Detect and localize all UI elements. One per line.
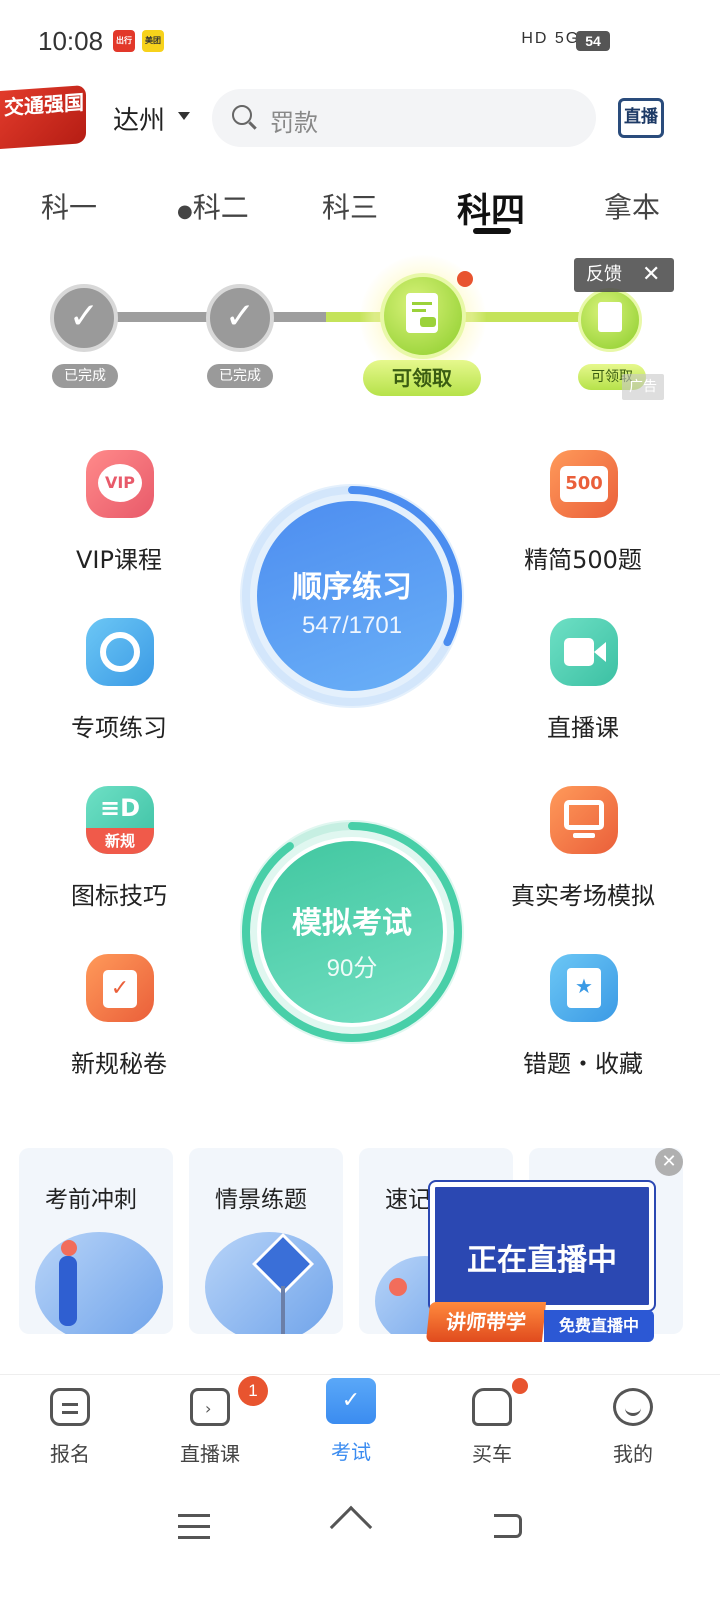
- new-rules-secret-label[interactable]: 新规秘卷: [19, 1044, 219, 1079]
- nav-buy-car[interactable]: 买车: [432, 1388, 552, 1467]
- battery-icon: 54: [576, 31, 610, 51]
- person-illustration: [389, 1278, 407, 1296]
- new-rules-icon[interactable]: ≡D 新规: [86, 786, 154, 854]
- back-icon[interactable]: [490, 1508, 530, 1542]
- person-head: [61, 1240, 77, 1256]
- person-illustration: [59, 1256, 77, 1326]
- step1-check-icon: ✓: [50, 284, 118, 352]
- nav-exam[interactable]: ✓ 考试: [291, 1378, 411, 1465]
- nav-label: 买车: [472, 1442, 512, 1466]
- smile-icon: [613, 1388, 653, 1426]
- chevron-down-icon[interactable]: [178, 112, 190, 120]
- tab-ke3[interactable]: 科三: [322, 186, 378, 226]
- live-now-title: 正在直播中: [467, 1243, 617, 1278]
- wrong-favorites-label[interactable]: 错题・收藏: [483, 1044, 683, 1079]
- step2-label: 已完成: [207, 364, 273, 388]
- card-title-memory: 速记: [385, 1187, 431, 1213]
- exam-folder-icon: ✓: [326, 1378, 376, 1424]
- sign-pole: [281, 1286, 285, 1334]
- monitor-icon[interactable]: [550, 786, 618, 854]
- nav-mine[interactable]: 我的: [573, 1388, 693, 1467]
- simplified-500-label[interactable]: 精简500题: [483, 540, 683, 575]
- close-popup-icon[interactable]: ✕: [655, 1148, 683, 1176]
- menu-icon[interactable]: [178, 1508, 218, 1542]
- sequential-practice-progress: 547/1701: [301, 612, 403, 639]
- home-icon[interactable]: [329, 1505, 373, 1549]
- ad-tag: 广告: [622, 374, 664, 400]
- card-pre-exam-sprint[interactable]: [19, 1148, 173, 1334]
- meituan-notification-icon: 美团: [142, 30, 164, 52]
- notification-badge: 1: [238, 1376, 268, 1406]
- mock-exam-score: 90分: [326, 955, 378, 982]
- target-icon[interactable]: [86, 618, 154, 686]
- register-icon: [50, 1388, 90, 1426]
- sequential-practice-title: 顺序练习: [292, 570, 412, 605]
- jiaotong-qiangguo-logo[interactable]: 交通强国: [0, 84, 86, 150]
- clipboard-check-icon[interactable]: ✓: [86, 954, 154, 1022]
- free-live-ribbon: 免费直播中: [544, 1310, 654, 1342]
- notification-dot: [512, 1378, 528, 1394]
- notification-dot: [457, 271, 473, 287]
- live-course-label[interactable]: 直播课: [483, 708, 683, 743]
- tab-ke4[interactable]: 科四: [457, 183, 525, 232]
- nav-label: 我的: [613, 1442, 653, 1466]
- live-tv-icon[interactable]: 直播: [618, 98, 664, 138]
- special-practice-label[interactable]: 专项练习: [19, 708, 219, 743]
- document-icon: [406, 293, 438, 333]
- document-icon: [598, 302, 622, 332]
- tab-indicator: [473, 228, 511, 234]
- nav-register[interactable]: 报名: [10, 1388, 130, 1467]
- city-selector[interactable]: 达州: [113, 100, 165, 137]
- vip-icon[interactable]: VIP: [86, 450, 154, 518]
- card-title-sprint: 考前冲刺: [45, 1187, 137, 1213]
- 500-icon[interactable]: 500: [550, 450, 618, 518]
- step2-check-icon: ✓: [206, 284, 274, 352]
- search-icon: [232, 105, 252, 125]
- bookmark-star-icon[interactable]: ★: [550, 954, 618, 1022]
- tab-ke1[interactable]: 科一: [41, 186, 97, 226]
- sign-tips-label[interactable]: 图标技巧: [19, 876, 219, 911]
- claim-reward-button[interactable]: 可领取: [363, 360, 481, 396]
- mock-exam-title: 模拟考试: [292, 906, 412, 941]
- step1-label: 已完成: [52, 364, 118, 388]
- real-exam-sim-label[interactable]: 真实考场模拟: [483, 876, 683, 911]
- status-time: 10:08: [38, 26, 104, 56]
- search-placeholder: 罚款: [270, 109, 318, 137]
- tv-icon: ›: [190, 1388, 230, 1426]
- illustration-blob: [35, 1232, 163, 1334]
- nav-label: 直播课: [180, 1442, 240, 1466]
- card-scenario-practice[interactable]: [189, 1148, 343, 1334]
- vip-course-label[interactable]: VIP课程: [19, 540, 219, 575]
- video-camera-icon[interactable]: [550, 618, 618, 686]
- close-icon[interactable]: ✕: [642, 259, 660, 291]
- teacher-led-ribbon: 讲师带学: [425, 1302, 547, 1342]
- tab-nabeng[interactable]: 拿本: [604, 186, 660, 226]
- nav-label: 考试: [331, 1440, 371, 1464]
- tab-ke2[interactable]: ●科二: [177, 186, 249, 226]
- nav-label: 报名: [50, 1442, 90, 1466]
- tab-dot-icon: ●: [177, 201, 193, 222]
- car-icon: [472, 1388, 512, 1426]
- card-title-scenario: 情景练题: [215, 1187, 307, 1213]
- app-notification-icon: 出行: [113, 30, 135, 52]
